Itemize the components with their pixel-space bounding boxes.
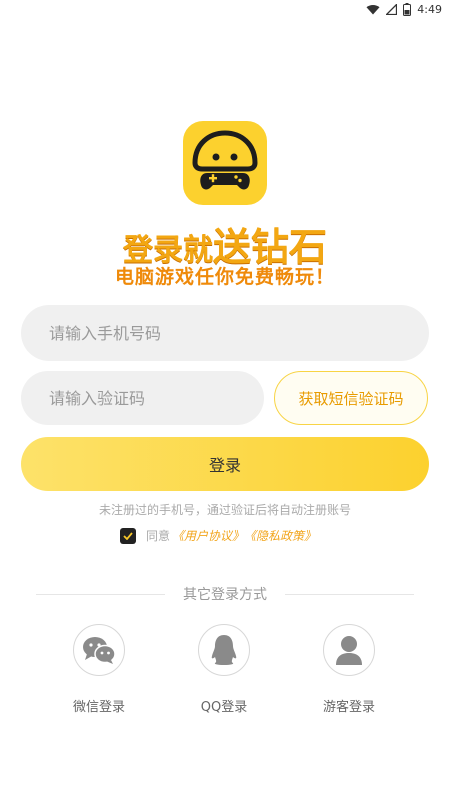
checkmark-icon <box>123 531 133 540</box>
other-login-divider: 其它登录方式 <box>36 584 414 604</box>
agreement-prefix: 同意 <box>145 529 170 543</box>
phone-input[interactable] <box>21 305 429 361</box>
other-login-options: 微信登录 QQ登录 游客登录 <box>0 624 450 724</box>
get-sms-code-button[interactable]: 获取短信验证码 <box>274 371 428 425</box>
qq-login-button[interactable] <box>198 624 250 676</box>
user-agreement-link[interactable]: 《用户协议》 <box>172 527 244 544</box>
agreement-row: 同意 《用户协议》 《隐私政策》 <box>0 527 450 544</box>
agreement-checkbox[interactable] <box>119 527 136 544</box>
guest-login-option[interactable]: 游客登录 <box>309 624 389 715</box>
promo-subheadline: 电脑游戏任你免费畅玩！ <box>114 266 335 288</box>
login-button[interactable]: 登录 <box>21 437 429 491</box>
signal-icon <box>386 4 398 15</box>
auto-register-hint: 未注册过的手机号，通过验证后将自动注册账号 <box>98 503 351 517</box>
qq-penguin-icon <box>211 635 237 665</box>
other-login-title: 其它登录方式 <box>183 587 267 603</box>
wechat-icon <box>83 637 116 664</box>
wechat-login-label: 微信登录 <box>72 700 125 715</box>
divider-line-left <box>36 593 165 595</box>
wechat-login-option[interactable]: 微信登录 <box>59 624 139 715</box>
app-logo <box>183 121 267 205</box>
battery-icon <box>403 3 412 16</box>
wechat-login-button[interactable] <box>73 624 125 676</box>
qq-login-option[interactable]: QQ登录 <box>184 624 264 715</box>
status-time: 4:49 <box>417 3 442 16</box>
mushroom-gamepad-logo-icon <box>183 121 267 205</box>
wifi-icon <box>366 4 380 15</box>
guest-user-icon <box>336 636 362 665</box>
guest-login-label: 游客登录 <box>322 700 375 715</box>
divider-line-right <box>285 593 414 595</box>
status-bar: 4:49 <box>0 0 450 22</box>
verification-code-input[interactable] <box>21 371 264 425</box>
qq-login-label: QQ登录 <box>200 700 248 715</box>
guest-login-button[interactable] <box>323 624 375 676</box>
status-icons: 4:49 <box>366 3 442 16</box>
privacy-policy-link[interactable]: 《隐私政策》 <box>244 527 316 544</box>
